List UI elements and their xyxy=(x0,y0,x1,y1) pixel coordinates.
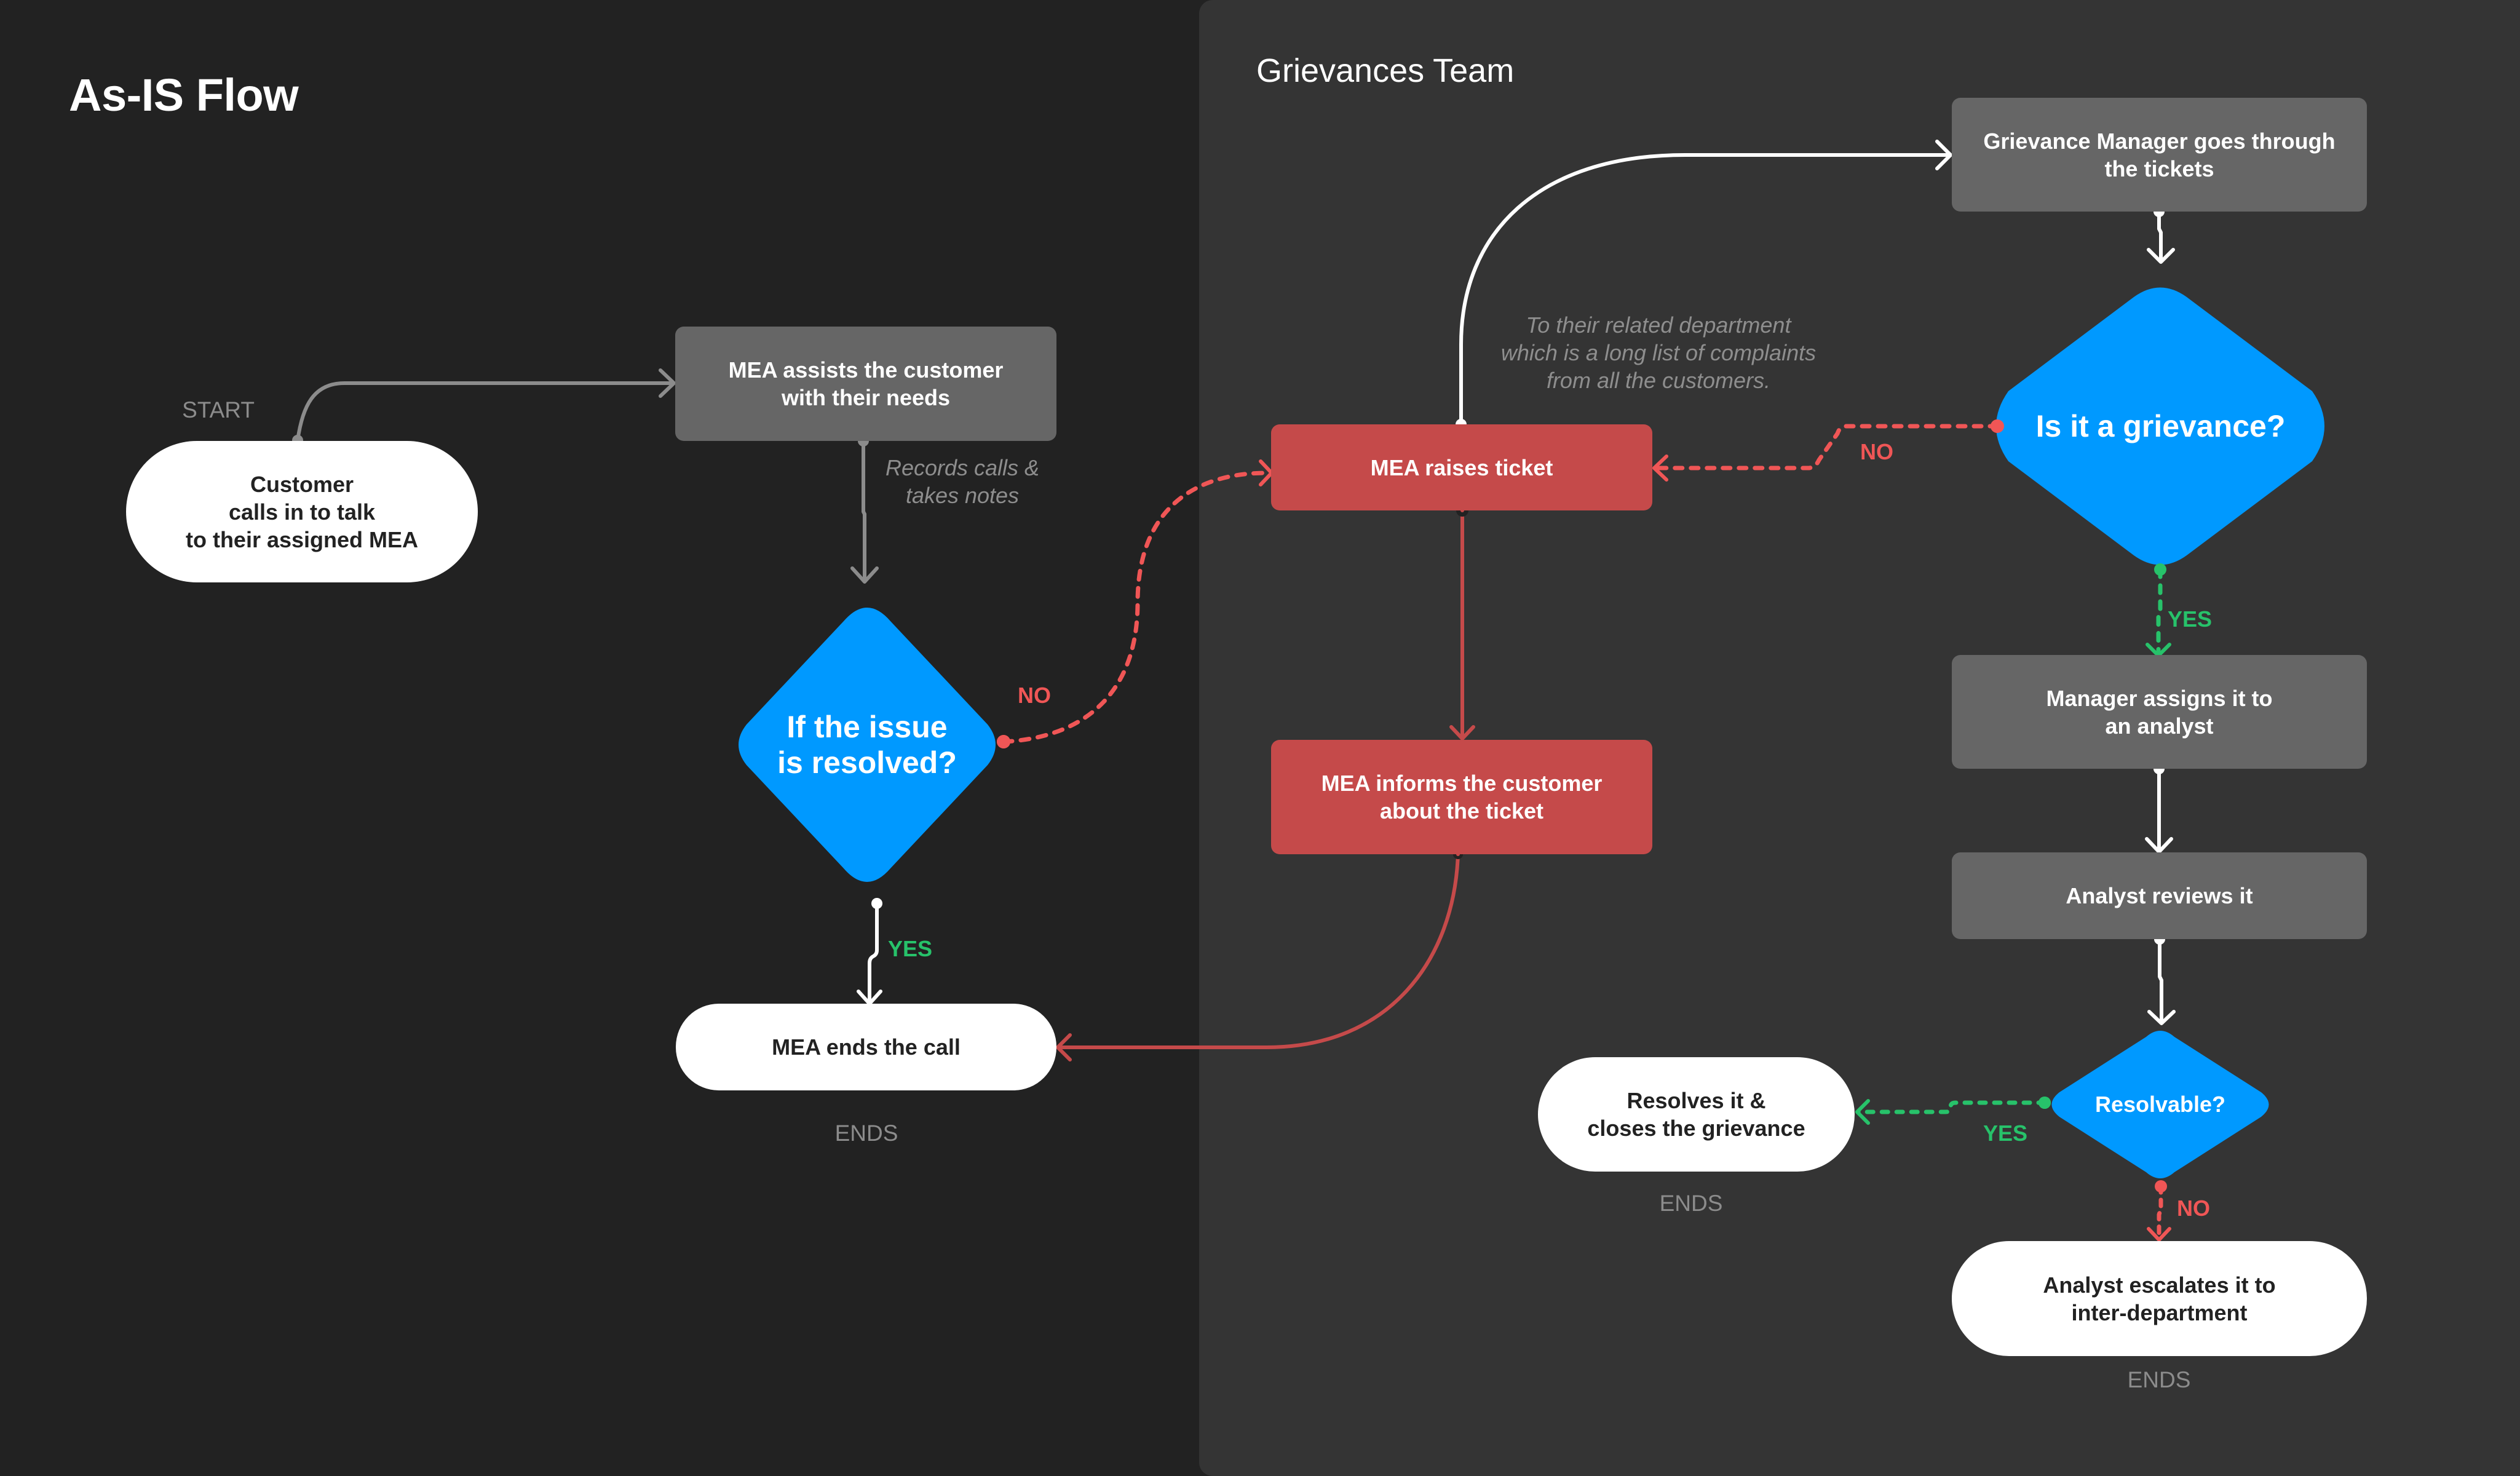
terminal-analyst-escalates[interactable]: Analyst escalates it to inter-department xyxy=(1952,1241,2367,1356)
start-label: START xyxy=(182,397,255,423)
branch-label-resolvable-no: NO xyxy=(2177,1196,2210,1221)
branch-label-issue-yes: YES xyxy=(888,936,933,961)
decision-resolvable[interactable]: Resolvable? xyxy=(2046,1031,2275,1178)
annotation-to-department: To their related department which is a l… xyxy=(1500,312,1817,393)
branch-label-grievance-no: NO xyxy=(1860,439,1893,464)
process-mea-raises-ticket[interactable]: MEA raises ticket xyxy=(1271,424,1652,510)
process-analyst-reviews[interactable]: Analyst reviews it xyxy=(1952,852,2367,939)
terminal-mea-ends-call[interactable]: MEA ends the call xyxy=(676,1004,1056,1090)
process-mea-informs[interactable]: MEA informs the customer about the ticke… xyxy=(1271,740,1652,854)
process-mea-assists[interactable]: MEA assists the customer with their need… xyxy=(675,327,1056,441)
branch-label-resolvable-yes: YES xyxy=(1983,1121,2028,1146)
decision-is-grievance[interactable]: Is it a grievance? xyxy=(1993,285,2328,568)
branch-label-grievance-yes: YES xyxy=(2168,606,2213,632)
ends-label-resolves: ENDS xyxy=(1659,1191,1723,1216)
terminal-customer-calls[interactable]: Customer calls in to talk to their assig… xyxy=(126,441,478,582)
terminal-resolves-closes[interactable]: Resolves it & closes the grievance xyxy=(1538,1057,1855,1172)
ends-label-call: ENDS xyxy=(834,1121,898,1146)
process-manager-assigns[interactable]: Manager assigns it to an analyst xyxy=(1952,655,2367,769)
decision-issue-resolved[interactable]: If the issue is resolved? xyxy=(731,608,1004,882)
ends-label-escalates: ENDS xyxy=(2127,1367,2191,1392)
process-manager-goes-through[interactable]: Grievance Manager goes through the ticke… xyxy=(1952,98,2367,212)
annotation-records-calls: Records calls & takes notes xyxy=(885,455,1040,508)
branch-label-issue-no: NO xyxy=(1018,683,1051,708)
